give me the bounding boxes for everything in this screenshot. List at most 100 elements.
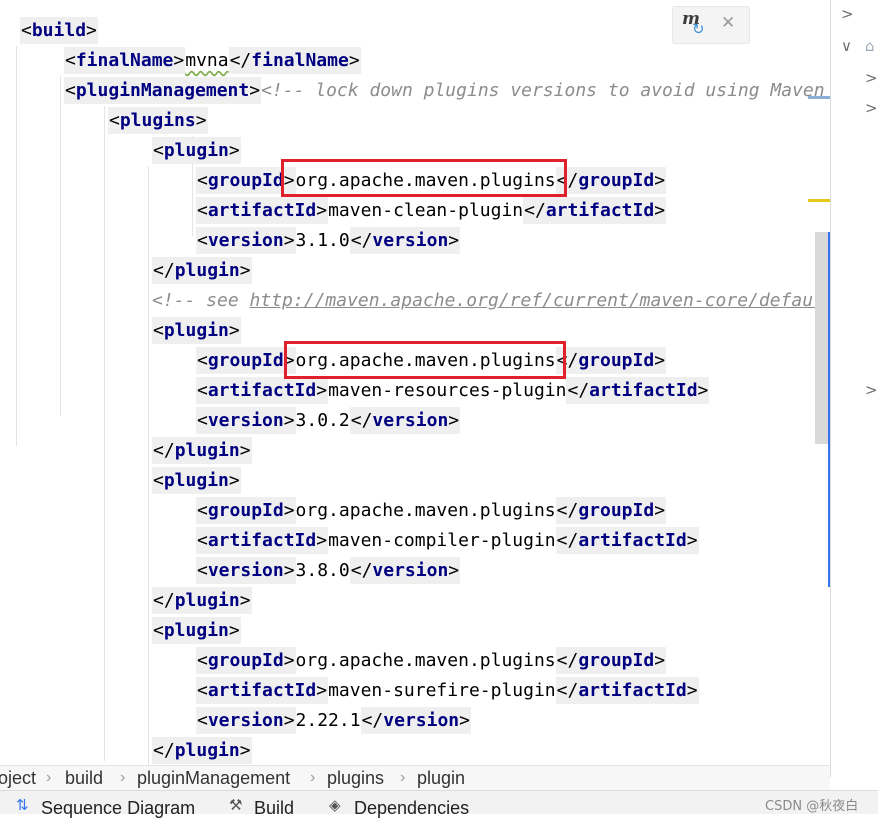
- watermark: CSDN @秋夜白: [765, 799, 859, 814]
- chevron-right-icon[interactable]: >: [865, 99, 878, 117]
- xml-bracket: <: [197, 200, 208, 221]
- xml-text-value: maven-compiler-plugin: [328, 530, 556, 551]
- xml-bracket: >: [249, 80, 261, 101]
- refresh-icon[interactable]: ↻: [692, 20, 705, 38]
- xml-text-value: 3.1.0: [295, 230, 350, 251]
- xml-tag-name: build: [31, 20, 87, 41]
- xml-bracket: >: [316, 200, 328, 221]
- xml-tag: <artifactId>: [196, 377, 329, 404]
- maven-reload-popup[interactable]: m ↻ ✕: [672, 6, 750, 44]
- xml-bracket: >: [697, 380, 709, 401]
- xml-bracket: >: [654, 350, 666, 371]
- xml-tag: </plugin>: [152, 257, 252, 284]
- xml-bracket: <: [197, 350, 208, 371]
- scroll-marker-info: [808, 96, 830, 99]
- xml-bracket: <: [153, 620, 164, 641]
- breadcrumb-item-build[interactable]: build: [65, 766, 103, 790]
- xml-tag: </groupId>: [555, 347, 667, 374]
- xml-tag-name: groupId: [578, 500, 655, 521]
- xml-comment: <!-- lock down plugins versions to avoid…: [261, 80, 825, 101]
- code-line[interactable]: <plugin>: [152, 466, 241, 496]
- hammer-icon: ⚒: [229, 796, 243, 814]
- xml-tag: </artifactId>: [555, 527, 699, 554]
- breadcrumb-item-project[interactable]: oject: [0, 766, 36, 790]
- code-line[interactable]: <groupId>org.apache.maven.plugins</group…: [196, 646, 667, 676]
- xml-tag-name: artifactId: [545, 200, 655, 221]
- xml-text-value: maven-clean-plugin: [328, 200, 524, 221]
- xml-bracket: >: [448, 560, 460, 581]
- code-line[interactable]: <artifactId>maven-clean-plugin</artifact…: [196, 196, 667, 226]
- tool-window-bar: ⇅ Sequence Diagram ⚒ Build ◈ Dependencie…: [0, 790, 878, 818]
- xml-tag: </version>: [349, 227, 461, 254]
- code-line[interactable]: <version>3.1.0</version>: [196, 226, 461, 256]
- xml-text-value: 3.8.0: [295, 560, 350, 581]
- tool-window-sequence-diagram[interactable]: Sequence Diagram: [41, 797, 195, 819]
- code-line[interactable]: </plugin>: [152, 256, 252, 286]
- xml-bracket: >: [283, 650, 295, 671]
- code-line[interactable]: <!-- see http://maven.apache.org/ref/cur…: [152, 286, 824, 316]
- xml-tag: </version>: [349, 407, 461, 434]
- xml-tag-name: plugins: [119, 110, 196, 131]
- code-line[interactable]: <plugins>: [108, 106, 208, 136]
- xml-bracket: </: [556, 530, 579, 551]
- xml-bracket: </: [567, 380, 590, 401]
- xml-tag-name: artifactId: [578, 530, 687, 551]
- breadcrumb-item-pluginmanagement[interactable]: pluginManagement: [137, 766, 290, 790]
- xml-tag: <groupId>: [196, 497, 296, 524]
- code-line[interactable]: <pluginManagement><!-- lock down plugins…: [64, 76, 825, 106]
- close-icon[interactable]: ✕: [721, 13, 735, 33]
- xml-bracket: </: [556, 680, 579, 701]
- code-line[interactable]: <artifactId>maven-compiler-plugin</artif…: [196, 526, 699, 556]
- right-tool-panel: > ∨ ⌂ > > >: [830, 0, 878, 777]
- xml-bracket: >: [228, 140, 240, 161]
- chevron-right-icon[interactable]: >: [841, 5, 854, 23]
- xml-bracket: <: [197, 710, 208, 731]
- code-line[interactable]: <plugin>: [152, 136, 241, 166]
- xml-bracket: >: [239, 260, 251, 281]
- code-line[interactable]: </plugin>: [152, 736, 252, 765]
- xml-bracket: <: [65, 80, 76, 101]
- code-line[interactable]: <plugin>: [152, 316, 241, 346]
- code-line[interactable]: </plugin>: [152, 436, 252, 466]
- chevron-right-icon[interactable]: >: [865, 381, 878, 399]
- xml-bracket: </: [153, 740, 175, 761]
- chevron-down-icon[interactable]: ∨: [841, 37, 852, 55]
- breadcrumb-item-plugin[interactable]: plugin: [417, 766, 465, 790]
- xml-tag: </groupId>: [555, 167, 667, 194]
- code-line[interactable]: <version>3.8.0</version>: [196, 556, 461, 586]
- xml-bracket: <: [197, 680, 208, 701]
- xml-tag: </groupId>: [555, 497, 667, 524]
- xml-bracket: >: [228, 320, 240, 341]
- code-line[interactable]: <version>2.22.1</version>: [196, 706, 471, 736]
- xml-tag-name: version: [207, 710, 284, 731]
- xml-tag: </version>: [349, 557, 461, 584]
- xml-tag-name: artifactId: [207, 200, 317, 221]
- xml-bracket: >: [316, 380, 328, 401]
- code-line[interactable]: <build>: [20, 16, 98, 46]
- xml-bracket: <: [197, 170, 208, 191]
- code-line[interactable]: <plugin>: [152, 616, 241, 646]
- xml-bracket: >: [239, 440, 251, 461]
- chevron-right-icon[interactable]: >: [865, 69, 878, 87]
- code-line[interactable]: <artifactId>maven-resources-plugin</arti…: [196, 376, 710, 406]
- xml-bracket: <: [197, 560, 208, 581]
- code-line[interactable]: <version>3.0.2</version>: [196, 406, 461, 436]
- xml-bracket: <: [153, 140, 164, 161]
- editor-scrollbar[interactable]: [815, 232, 828, 444]
- comment-link[interactable]: http://maven.apache.org/ref/current/mave…: [250, 290, 824, 311]
- code-line[interactable]: <artifactId>maven-surefire-plugin</artif…: [196, 676, 699, 706]
- tool-window-build[interactable]: Build: [254, 797, 294, 819]
- breadcrumb-item-plugins[interactable]: plugins: [327, 766, 384, 790]
- xml-tag-name: plugin: [174, 440, 240, 461]
- xml-tag-name: artifactId: [578, 680, 687, 701]
- tool-window-dependencies[interactable]: Dependencies: [354, 797, 469, 819]
- xml-bracket: <: [109, 110, 120, 131]
- code-editor[interactable]: <build> <finalName>mvna</finalName> <plugi…: [0, 0, 830, 765]
- xml-bracket: >: [228, 470, 240, 491]
- xml-tag: </artifactId>: [555, 677, 699, 704]
- code-line[interactable]: </plugin>: [152, 586, 252, 616]
- xml-tag: <artifactId>: [196, 527, 329, 554]
- xml-tag-name: groupId: [207, 500, 284, 521]
- code-line[interactable]: <groupId>org.apache.maven.plugins</group…: [196, 496, 667, 526]
- code-line[interactable]: <finalName>mvna</finalName>: [64, 46, 361, 76]
